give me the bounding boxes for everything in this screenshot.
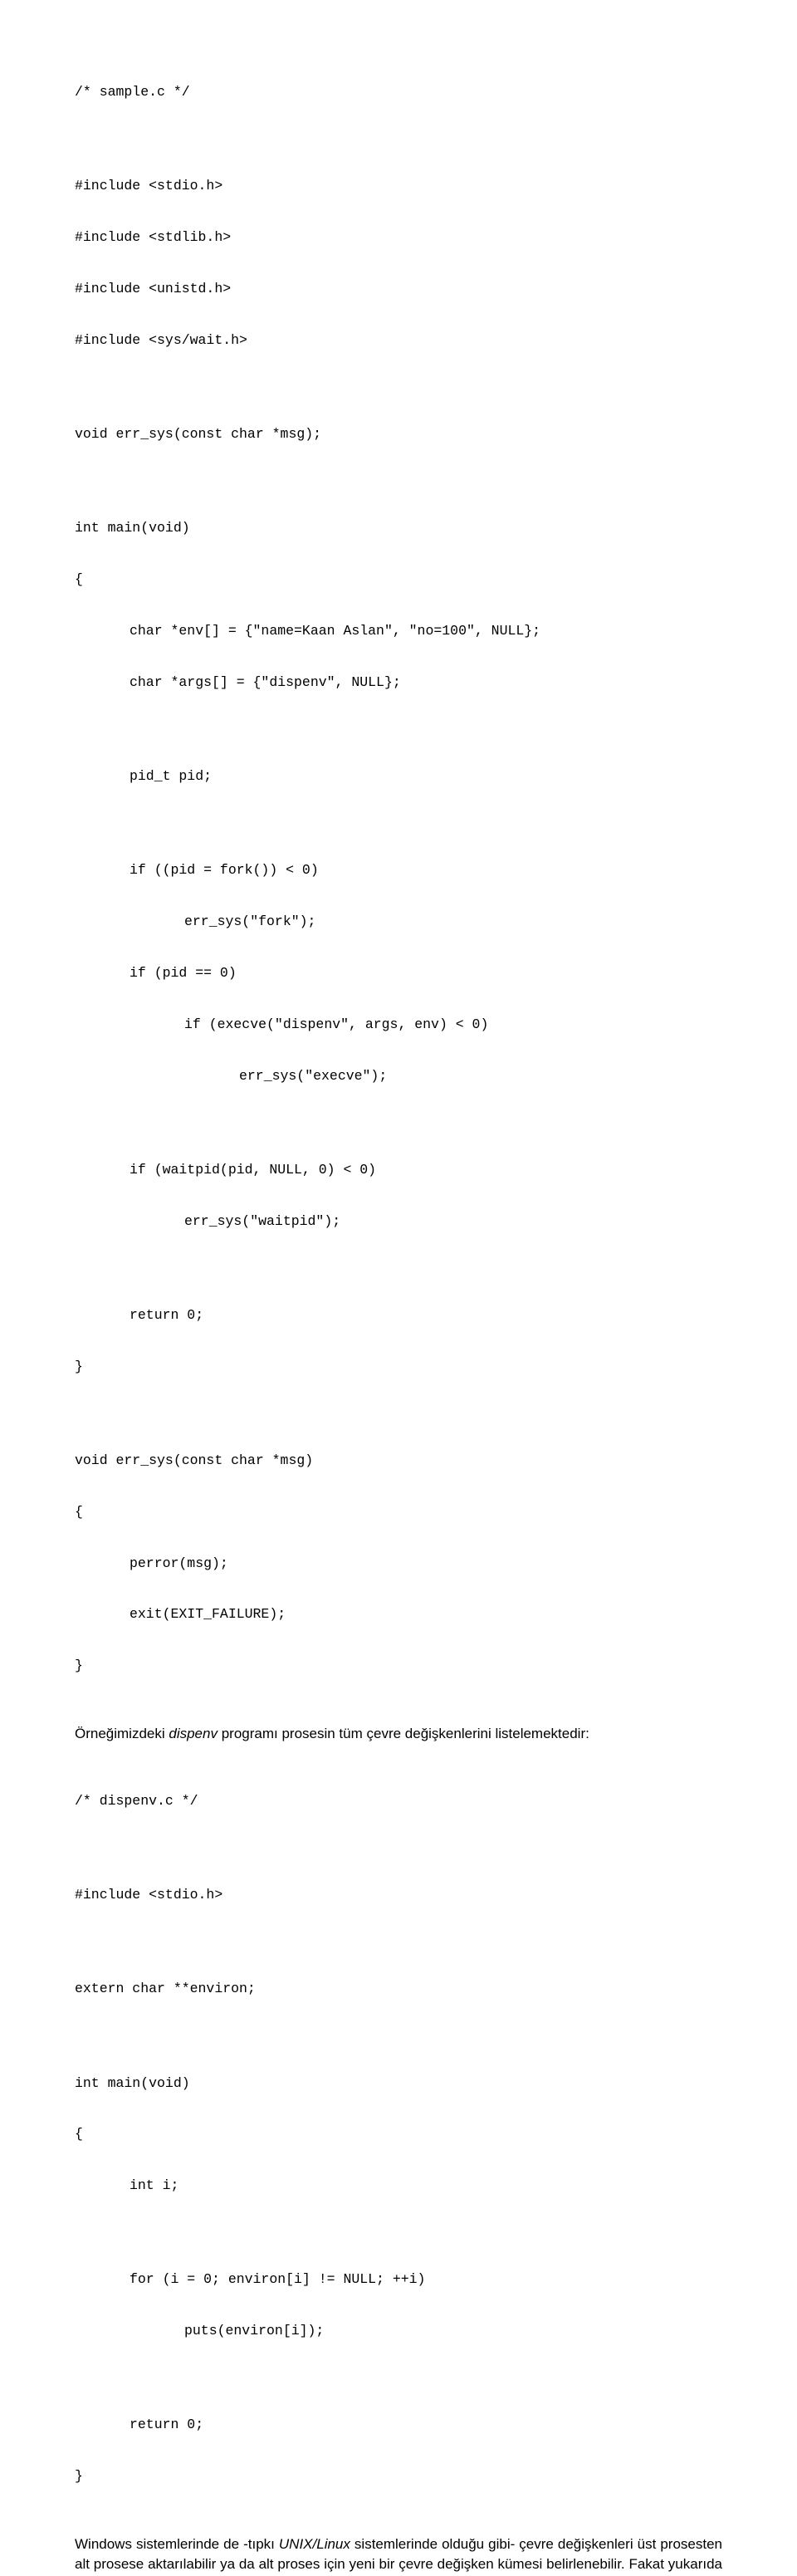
code-line: #include <unistd.h> [75, 281, 722, 298]
italic-text: UNIX/Linux [279, 2536, 350, 2552]
code-line: { [75, 571, 722, 589]
code-line: #include <stdio.h> [75, 1887, 722, 1904]
paragraph-1: Örneğimizdeki dispenv programı prosesin … [75, 1724, 722, 1744]
code-line: } [75, 2468, 722, 2485]
document-page: /* sample.c */ #include <stdio.h> #inclu… [0, 0, 797, 2576]
code-line: if (pid == 0) [75, 965, 722, 982]
code-line: char *env[] = {"name=Kaan Aslan", "no=10… [75, 623, 722, 640]
paragraph-2: Windows sistemlerinde de -tıpkı UNIX/Lin… [75, 2534, 722, 2576]
code-block-1: /* sample.c */ #include <stdio.h> #inclu… [75, 50, 722, 1709]
italic-text: dispenv [169, 1726, 218, 1741]
code-line: { [75, 1504, 722, 1521]
code-line: perror(msg); [75, 1555, 722, 1573]
code-line: extern char **environ; [75, 1981, 722, 1998]
code-line: void err_sys(const char *msg); [75, 426, 722, 443]
code-line: if (waitpid(pid, NULL, 0) < 0) [75, 1162, 722, 1179]
code-line: } [75, 1359, 722, 1376]
code-line: err_sys("waitpid"); [75, 1213, 722, 1231]
text: Örneğimizdeki [75, 1726, 169, 1741]
text: Windows sistemlerinde de -tıpkı [75, 2536, 279, 2552]
code-line: /* dispenv.c */ [75, 1793, 722, 1810]
code-line: pid_t pid; [75, 768, 722, 786]
code-line: if ((pid = fork()) < 0) [75, 862, 722, 879]
code-line: /* sample.c */ [75, 84, 722, 101]
code-line: } [75, 1658, 722, 1675]
code-line: #include <stdio.h> [75, 178, 722, 195]
code-line: char *args[] = {"dispenv", NULL}; [75, 674, 722, 692]
code-line: for (i = 0; environ[i] != NULL; ++i) [75, 2271, 722, 2289]
code-line: puts(environ[i]); [75, 2323, 722, 2340]
code-line: err_sys("fork"); [75, 913, 722, 931]
code-line: if (execve("dispenv", args, env) < 0) [75, 1016, 722, 1034]
text: programı prosesin tüm çevre değişkenleri… [218, 1726, 589, 1741]
code-line: { [75, 2126, 722, 2143]
code-line: return 0; [75, 2417, 722, 2434]
code-line: int main(void) [75, 2075, 722, 2093]
code-line: exit(EXIT_FAILURE); [75, 1606, 722, 1623]
code-line: #include <sys/wait.h> [75, 332, 722, 350]
code-line: int main(void) [75, 520, 722, 537]
code-line: return 0; [75, 1307, 722, 1325]
code-line: int i; [75, 2177, 722, 2195]
code-line: #include <stdlib.h> [75, 229, 722, 247]
code-line: void err_sys(const char *msg) [75, 1452, 722, 1470]
code-line: err_sys("execve"); [75, 1068, 722, 1085]
code-block-2: /* dispenv.c */ #include <stdio.h> exter… [75, 1759, 722, 2520]
